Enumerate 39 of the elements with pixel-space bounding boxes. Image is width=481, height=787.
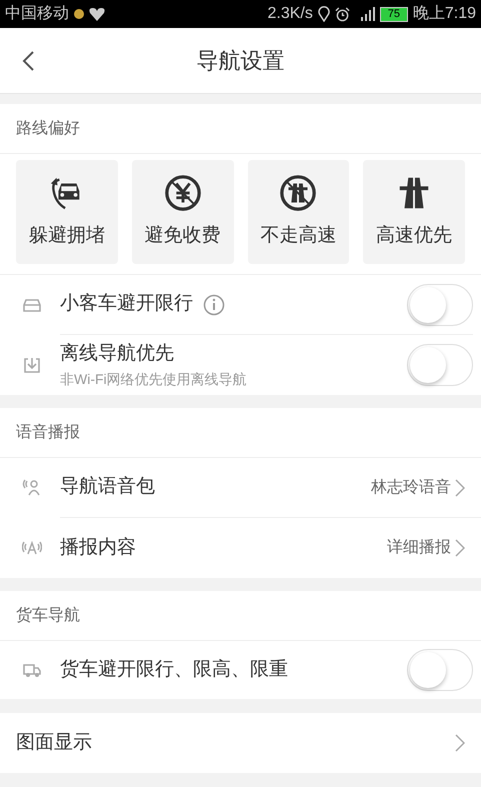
back-icon (22, 50, 34, 70)
carrier-label: 中国移动 (5, 4, 69, 24)
chevron-right-icon (455, 734, 465, 752)
setting-value: 林志玲语音 (371, 478, 451, 498)
setting-label: 播报内容 (60, 536, 137, 560)
voice-setting-row[interactable]: 导航语音包 林志玲语音 (0, 458, 481, 518)
page-title: 导航设置 (196, 47, 284, 75)
setting-value: 详细播报 (387, 538, 451, 558)
route-option[interactable]: 躲避拥堵 (16, 160, 118, 264)
route-option[interactable]: 不走高速 (248, 160, 350, 264)
section-title: 路线偏好 (16, 118, 80, 138)
toggle-switch[interactable] (407, 344, 473, 386)
setting-label: 货车避开限行、限高、限重 (60, 658, 289, 682)
route-option[interactable]: 高速优先 (363, 160, 465, 264)
setting-label: 导航语音包 (60, 475, 156, 500)
display-setting-row[interactable]: 图面显示 (0, 713, 481, 773)
setting-label: 图面显示 (16, 730, 93, 755)
alarm-icon (334, 6, 350, 22)
toggle-switch[interactable] (407, 649, 473, 691)
setting-label: 小客车避开限行 (60, 292, 193, 316)
setting-label: 离线导航优先 (60, 342, 174, 366)
person-voice-icon (22, 478, 42, 498)
route-option[interactable]: 避免收费 (132, 160, 234, 264)
no-highway-icon (279, 174, 318, 212)
toggle-switch[interactable] (407, 284, 473, 326)
download-icon (22, 355, 42, 375)
voice-setting-row[interactable]: 播报内容 详细播报 (0, 518, 481, 578)
chevron-right-icon (455, 539, 465, 557)
setting-subtitle: 非Wi-Fi网络优先使用离线导航 (60, 370, 248, 389)
network-speed: 2.3K/s (268, 4, 313, 24)
clock: 晚上7:19 (412, 4, 476, 24)
info-icon[interactable] (203, 294, 225, 316)
section-title: 货车导航 (16, 606, 80, 626)
heart-icon (89, 7, 105, 21)
chevron-right-icon (455, 478, 465, 496)
location-icon (318, 6, 330, 22)
battery-indicator: 75 (380, 6, 408, 22)
section-title: 语音播报 (16, 422, 80, 442)
no-yen-icon (164, 174, 202, 212)
